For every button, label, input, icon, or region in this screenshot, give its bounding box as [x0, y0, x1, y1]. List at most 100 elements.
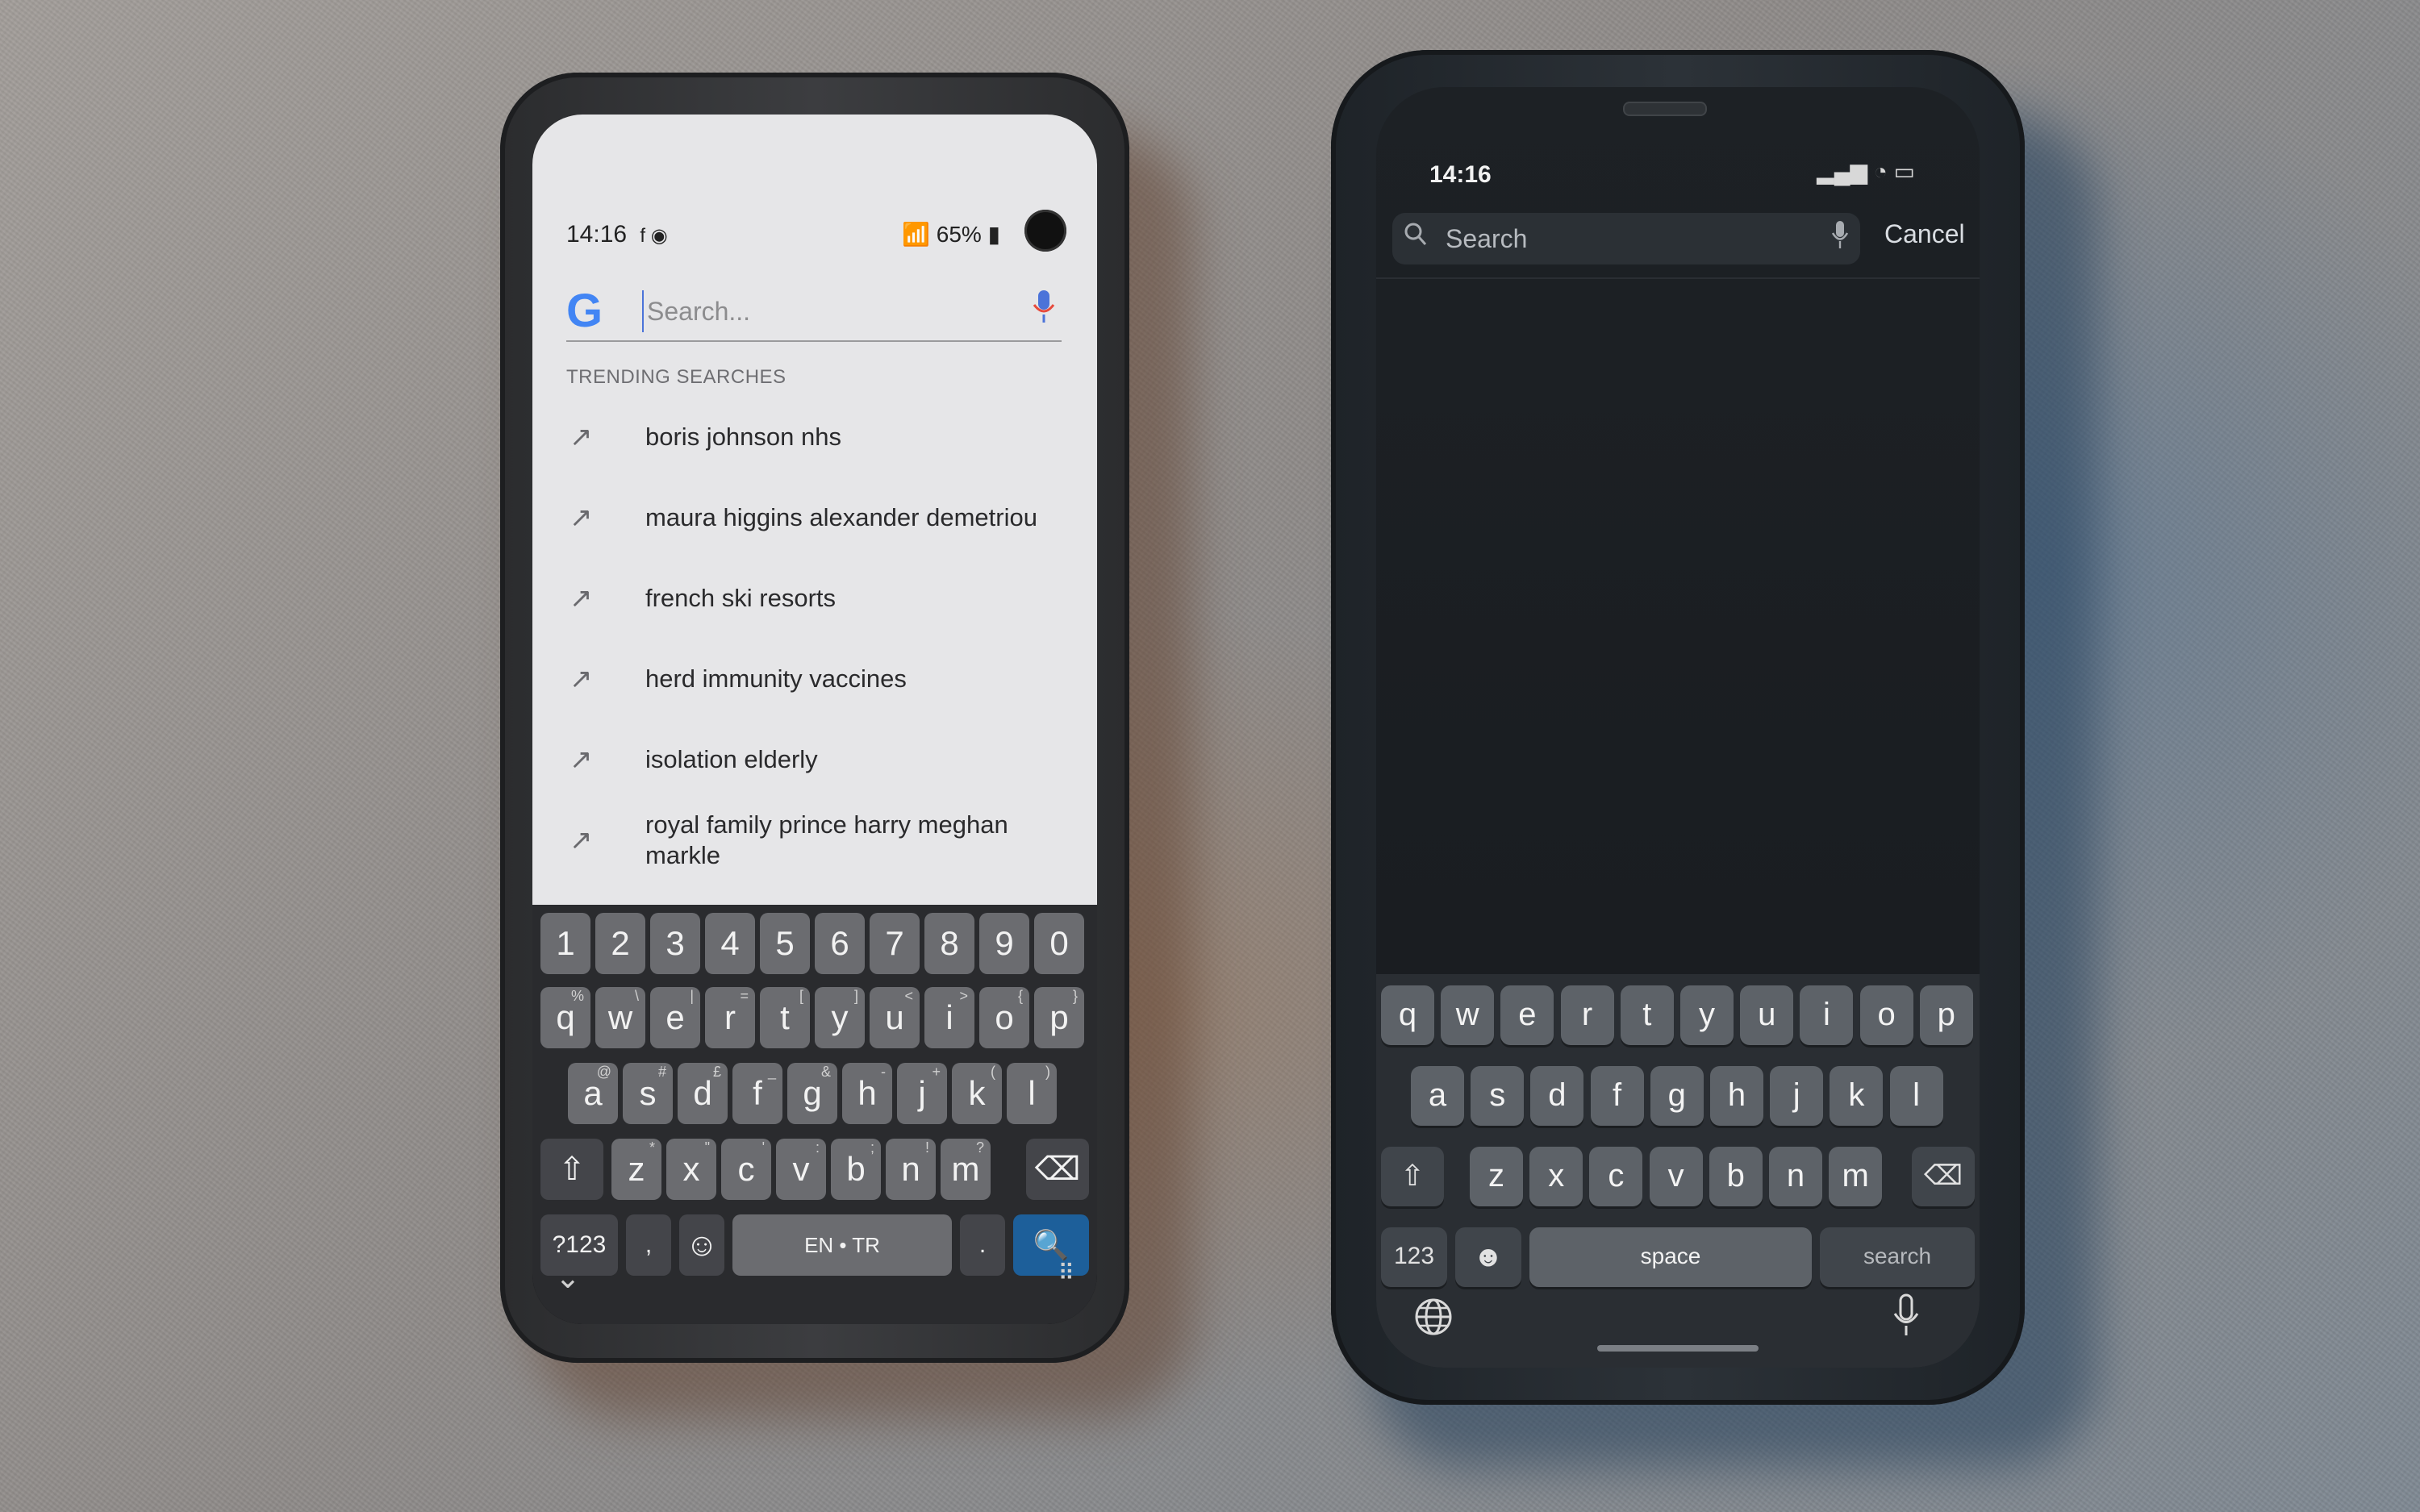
key-h[interactable]: h: [1710, 1066, 1763, 1126]
key-1[interactable]: 1: [540, 913, 590, 974]
shift-key[interactable]: ⇧: [1381, 1147, 1444, 1206]
key-u[interactable]: u <: [870, 987, 920, 1048]
key-k[interactable]: k(: [952, 1063, 1002, 1124]
emoji-key[interactable]: ☺: [679, 1214, 724, 1276]
key-n[interactable]: n!: [886, 1139, 936, 1200]
key-z[interactable]: z: [1470, 1147, 1523, 1206]
key-y[interactable]: y]: [815, 987, 865, 1048]
space-key[interactable]: space: [1529, 1227, 1812, 1287]
key-b[interactable]: b;: [831, 1139, 881, 1200]
key-x[interactable]: x: [1529, 1147, 1583, 1206]
key-r[interactable]: r =: [705, 987, 755, 1048]
ios-keyboard: qwertyuiop asdfghjkl ⇧ ⌫ zxcvbnm 123 ☻ s…: [1376, 974, 1980, 1368]
voice-search-mic-icon[interactable]: [1033, 289, 1055, 332]
key-w[interactable]: w \: [595, 987, 645, 1048]
key-q[interactable]: q%: [540, 987, 590, 1048]
search-input[interactable]: [642, 290, 987, 332]
key-u[interactable]: u: [1740, 985, 1794, 1045]
key-f[interactable]: f _: [732, 1063, 782, 1124]
space-lang-key[interactable]: EN • TR: [732, 1214, 952, 1276]
key-q[interactable]: q: [1381, 985, 1434, 1045]
key-secondary-symbol: }: [1072, 988, 1078, 1004]
key-s[interactable]: s #: [623, 1063, 673, 1124]
key-3[interactable]: 3: [650, 913, 700, 974]
key-n[interactable]: n: [1769, 1147, 1822, 1206]
key-s[interactable]: s: [1471, 1066, 1525, 1126]
key-secondary-symbol: {: [1017, 988, 1023, 1004]
key-0[interactable]: 0: [1034, 913, 1084, 974]
key-z[interactable]: z *: [611, 1139, 661, 1200]
key-m[interactable]: m: [1829, 1147, 1883, 1206]
key-y[interactable]: y: [1680, 985, 1734, 1045]
key-i[interactable]: i: [1800, 985, 1854, 1045]
home-indicator[interactable]: [1597, 1345, 1759, 1352]
key-f[interactable]: f: [1590, 1066, 1644, 1126]
trending-item[interactable]: ↗ maura higgins alexander demetriou: [532, 494, 1097, 542]
period-key[interactable]: .: [960, 1214, 1005, 1276]
key-e[interactable]: e: [1500, 985, 1554, 1045]
key-j[interactable]: j: [1770, 1066, 1824, 1126]
globe-icon[interactable]: [1413, 1297, 1454, 1347]
ios-search-field[interactable]: Search: [1392, 213, 1860, 264]
key-a[interactable]: a @: [568, 1063, 618, 1124]
key-t[interactable]: t: [1620, 985, 1674, 1045]
backspace-key[interactable]: ⌫: [1026, 1139, 1089, 1200]
key-2[interactable]: 2: [595, 913, 645, 974]
key-9[interactable]: 9: [979, 913, 1029, 974]
key-7[interactable]: 7: [870, 913, 920, 974]
key-i[interactable]: i >: [924, 987, 974, 1048]
key-j[interactable]: j +: [897, 1063, 947, 1124]
key-4[interactable]: 4: [705, 913, 755, 974]
key-r[interactable]: r: [1560, 985, 1614, 1045]
backspace-key[interactable]: ⌫: [1912, 1147, 1975, 1206]
key-h[interactable]: h-: [842, 1063, 892, 1124]
key-k[interactable]: k: [1830, 1066, 1884, 1126]
dictation-mic-icon[interactable]: [1892, 1293, 1920, 1347]
keyboard-grid-icon[interactable]: ⠿: [1058, 1260, 1074, 1286]
ios-status-time: 14:16: [1429, 161, 1492, 188]
key-o[interactable]: o{: [979, 987, 1029, 1048]
numbers-key[interactable]: 123: [1381, 1227, 1447, 1287]
search-key[interactable]: 🔍: [1013, 1214, 1089, 1276]
google-logo[interactable]: G: [566, 284, 603, 338]
key-d[interactable]: d: [1530, 1066, 1584, 1126]
key-p[interactable]: p}: [1034, 987, 1084, 1048]
key-l[interactable]: l: [1889, 1066, 1943, 1126]
key-v[interactable]: v: [1649, 1147, 1703, 1206]
key-c[interactable]: c: [1589, 1147, 1643, 1206]
trending-arrow-icon: ↗: [570, 825, 593, 856]
collapse-keyboard-icon[interactable]: ⌄: [555, 1260, 581, 1296]
comma-key[interactable]: ,: [626, 1214, 671, 1276]
key-o[interactable]: o: [1859, 985, 1913, 1045]
trending-item[interactable]: ↗ isolation elderly: [532, 735, 1097, 784]
key-m[interactable]: m?: [941, 1139, 991, 1200]
search-key[interactable]: search: [1820, 1227, 1975, 1287]
key-e[interactable]: e |: [650, 987, 700, 1048]
emoji-key[interactable]: ☻: [1455, 1227, 1521, 1287]
key-g[interactable]: g &: [787, 1063, 837, 1124]
trending-item[interactable]: ↗ french ski resorts: [532, 574, 1097, 623]
key-a[interactable]: a: [1411, 1066, 1464, 1126]
key-t[interactable]: t[: [760, 987, 810, 1048]
trending-item[interactable]: ↗ herd immunity vaccines: [532, 655, 1097, 703]
trending-arrow-icon: ↗: [570, 744, 593, 775]
key-c[interactable]: c ': [721, 1139, 771, 1200]
trending-item[interactable]: ↗ royal family prince harry meghan markl…: [532, 808, 1097, 873]
cancel-button[interactable]: Cancel: [1884, 219, 1965, 249]
key-v[interactable]: v:: [776, 1139, 826, 1200]
ios-search-placeholder: Search: [1446, 224, 1528, 253]
key-p[interactable]: p: [1919, 985, 1973, 1045]
trending-item-text: isolation elderly: [645, 745, 818, 773]
key-6[interactable]: 6: [815, 913, 865, 974]
key-b[interactable]: b: [1709, 1147, 1763, 1206]
key-w[interactable]: w: [1441, 985, 1495, 1045]
dictation-mic-icon[interactable]: [1831, 219, 1849, 257]
key-8[interactable]: 8: [924, 913, 974, 974]
key-d[interactable]: d £: [678, 1063, 728, 1124]
key-x[interactable]: x ": [666, 1139, 716, 1200]
key-5[interactable]: 5: [760, 913, 810, 974]
shift-key[interactable]: ⇧: [540, 1139, 603, 1200]
trending-item[interactable]: ↗ boris johnson nhs: [532, 413, 1097, 461]
key-l[interactable]: l): [1007, 1063, 1057, 1124]
key-g[interactable]: g: [1650, 1066, 1704, 1126]
